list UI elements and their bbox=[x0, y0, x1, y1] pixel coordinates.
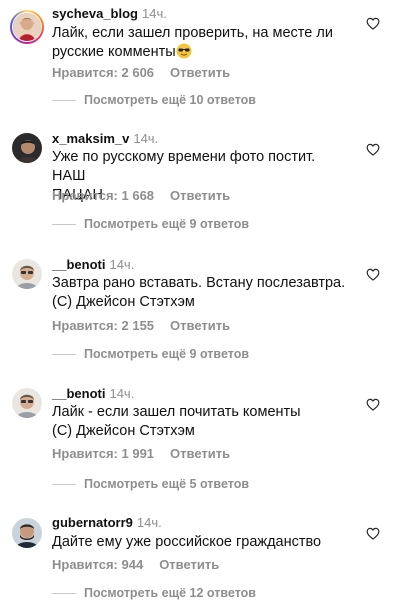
likes-count[interactable]: Нравится: 2 155 bbox=[52, 318, 154, 333]
likes-count[interactable]: Нравится: 1 668 bbox=[52, 188, 154, 203]
comment-text-line: Уже по русскому времени фото постит. НАШ bbox=[52, 149, 316, 184]
comment-actions: Нравится: 2 606 Ответить bbox=[52, 65, 230, 81]
comment-actions: Нравится: 1 668 Ответить bbox=[52, 188, 230, 204]
username[interactable]: sycheva_blog bbox=[52, 6, 138, 21]
username[interactable]: __benoti bbox=[52, 386, 105, 401]
comment-header: sycheva_blog 14ч. bbox=[52, 6, 167, 22]
view-replies-link[interactable]: Посмотреть ещё 9 ответов bbox=[52, 346, 249, 362]
comment-actions: Нравится: 1 991 Ответить bbox=[52, 446, 230, 462]
view-replies-label[interactable]: Посмотреть ещё 5 ответов bbox=[84, 476, 249, 492]
avatar-sycheva-blog[interactable] bbox=[10, 10, 44, 44]
reply-button[interactable]: Ответить bbox=[170, 65, 230, 80]
comment-actions: Нравится: 2 155 Ответить bbox=[52, 318, 230, 334]
view-replies-link[interactable]: Посмотреть ещё 12 ответов bbox=[52, 585, 256, 601]
heart-outline-icon[interactable] bbox=[366, 268, 380, 281]
avatar-photo bbox=[13, 13, 41, 41]
replies-divider bbox=[52, 99, 76, 101]
username[interactable]: __benoti bbox=[52, 257, 105, 272]
heart-outline-icon[interactable] bbox=[366, 527, 380, 540]
comment-header: __benoti 14ч. bbox=[52, 386, 134, 402]
reply-button[interactable]: Ответить bbox=[170, 446, 230, 461]
timestamp: 14ч. bbox=[109, 386, 135, 401]
reply-button[interactable]: Ответить bbox=[159, 557, 219, 572]
view-replies-label[interactable]: Посмотреть ещё 9 ответов bbox=[84, 216, 249, 232]
replies-divider bbox=[52, 592, 76, 594]
comment-text-line: (С) Джейсон Стэтхэм bbox=[52, 294, 195, 310]
comment-text: Дайте ему уже российское гражданство bbox=[52, 533, 352, 552]
reply-button[interactable]: Ответить bbox=[170, 318, 230, 333]
comment-header: gubernatorr9 14ч. bbox=[52, 515, 162, 531]
comment-text: Лайк, если зашел проверить, на месте ли … bbox=[52, 24, 352, 62]
avatar-gubernatorr9[interactable] bbox=[12, 518, 42, 548]
likes-count[interactable]: Нравится: 2 606 bbox=[52, 65, 154, 80]
replies-divider bbox=[52, 223, 76, 225]
timestamp: 14ч. bbox=[133, 131, 159, 146]
comment-header: x_maksim_v 14ч. bbox=[52, 131, 158, 147]
timestamp: 14ч. bbox=[109, 257, 135, 272]
comment-text-line: Завтра рано вставать. Встану послезавтра… bbox=[52, 275, 346, 291]
likes-count[interactable]: Нравится: 944 bbox=[52, 557, 143, 572]
view-replies-label[interactable]: Посмотреть ещё 10 ответов bbox=[84, 92, 256, 108]
comment-text-line: Лайк, если зашел проверить, на месте ли bbox=[52, 25, 333, 41]
username[interactable]: gubernatorr9 bbox=[52, 515, 133, 530]
avatar-photo bbox=[12, 133, 42, 163]
view-replies-link[interactable]: Посмотреть ещё 9 ответов bbox=[52, 216, 249, 232]
likes-count[interactable]: Нравится: 1 991 bbox=[52, 446, 154, 461]
comment-text: Завтра рано вставать. Встану послезавтра… bbox=[52, 274, 352, 312]
avatar-photo bbox=[12, 388, 42, 418]
comment-text-line: Дайте ему уже российское гражданство bbox=[52, 534, 322, 550]
reply-button[interactable]: Ответить bbox=[170, 188, 230, 203]
comment-text-line: Лайк - если зашел почитать коменты bbox=[52, 404, 301, 420]
heart-outline-icon[interactable] bbox=[366, 143, 380, 156]
avatar-benoti[interactable] bbox=[12, 388, 42, 418]
timestamp: 14ч. bbox=[136, 515, 162, 530]
view-replies-label[interactable]: Посмотреть ещё 9 ответов bbox=[84, 346, 249, 362]
view-replies-link[interactable]: Посмотреть ещё 5 ответов bbox=[52, 476, 249, 492]
avatar-benoti[interactable] bbox=[12, 259, 42, 289]
comment-text-line: (С) Джейсон Стэтхэм bbox=[52, 423, 195, 439]
avatar-x-maksim-v[interactable] bbox=[12, 133, 42, 163]
sunglasses-emoji-icon bbox=[176, 43, 192, 59]
heart-outline-icon[interactable] bbox=[366, 17, 380, 30]
username[interactable]: x_maksim_v bbox=[52, 131, 129, 146]
heart-outline-icon[interactable] bbox=[366, 398, 380, 411]
replies-divider bbox=[52, 483, 76, 485]
replies-divider bbox=[52, 353, 76, 355]
comment-text-line: русские комменты bbox=[52, 44, 176, 60]
avatar-photo bbox=[12, 259, 42, 289]
avatar-photo bbox=[12, 518, 42, 548]
comment-text: Лайк - если зашел почитать коменты (С) Д… bbox=[52, 403, 352, 441]
view-replies-link[interactable]: Посмотреть ещё 10 ответов bbox=[52, 92, 256, 108]
view-replies-label[interactable]: Посмотреть ещё 12 ответов bbox=[84, 585, 256, 601]
comment-actions: Нравится: 944 Ответить bbox=[52, 557, 219, 573]
comment-header: __benoti 14ч. bbox=[52, 257, 134, 273]
timestamp: 14ч. bbox=[142, 6, 167, 21]
